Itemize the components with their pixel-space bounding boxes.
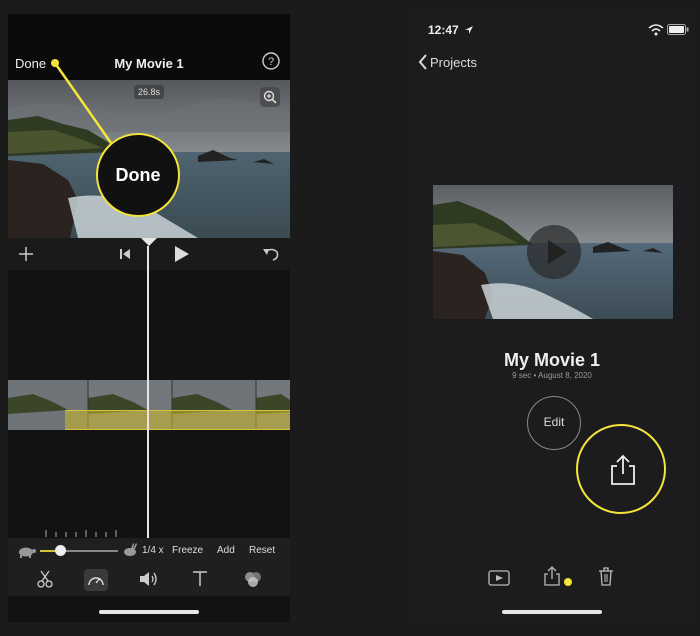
done-callout-label: Done	[115, 165, 161, 185]
project-title: My Movie 1	[503, 350, 601, 370]
battery-icon	[667, 24, 689, 35]
edit-button[interactable]: Edit	[527, 396, 581, 450]
home-indicator[interactable]	[502, 610, 602, 614]
done-pointer-dot	[51, 59, 59, 67]
share-icon	[611, 454, 635, 485]
trash-icon[interactable]	[598, 567, 614, 586]
share-icon[interactable]	[544, 566, 560, 586]
done-callout: Done	[96, 133, 180, 217]
right-project-screen: 12:47 Projects My Movie 1 9 sec • August…	[412, 14, 692, 622]
project-meta: 9 sec • August 8, 2020	[512, 371, 592, 380]
share-pointer-dot	[564, 578, 572, 586]
play-movie-icon[interactable]	[488, 570, 510, 586]
location-arrow-icon	[465, 26, 473, 34]
back-to-projects[interactable]: Projects	[430, 55, 477, 70]
wifi-icon	[648, 24, 664, 36]
share-callout	[576, 424, 666, 514]
status-time: 12:47	[428, 23, 459, 37]
chevron-left-icon[interactable]	[418, 54, 428, 70]
play-button[interactable]	[527, 225, 581, 279]
play-icon	[548, 240, 567, 264]
edit-button-label: Edit	[543, 415, 565, 429]
